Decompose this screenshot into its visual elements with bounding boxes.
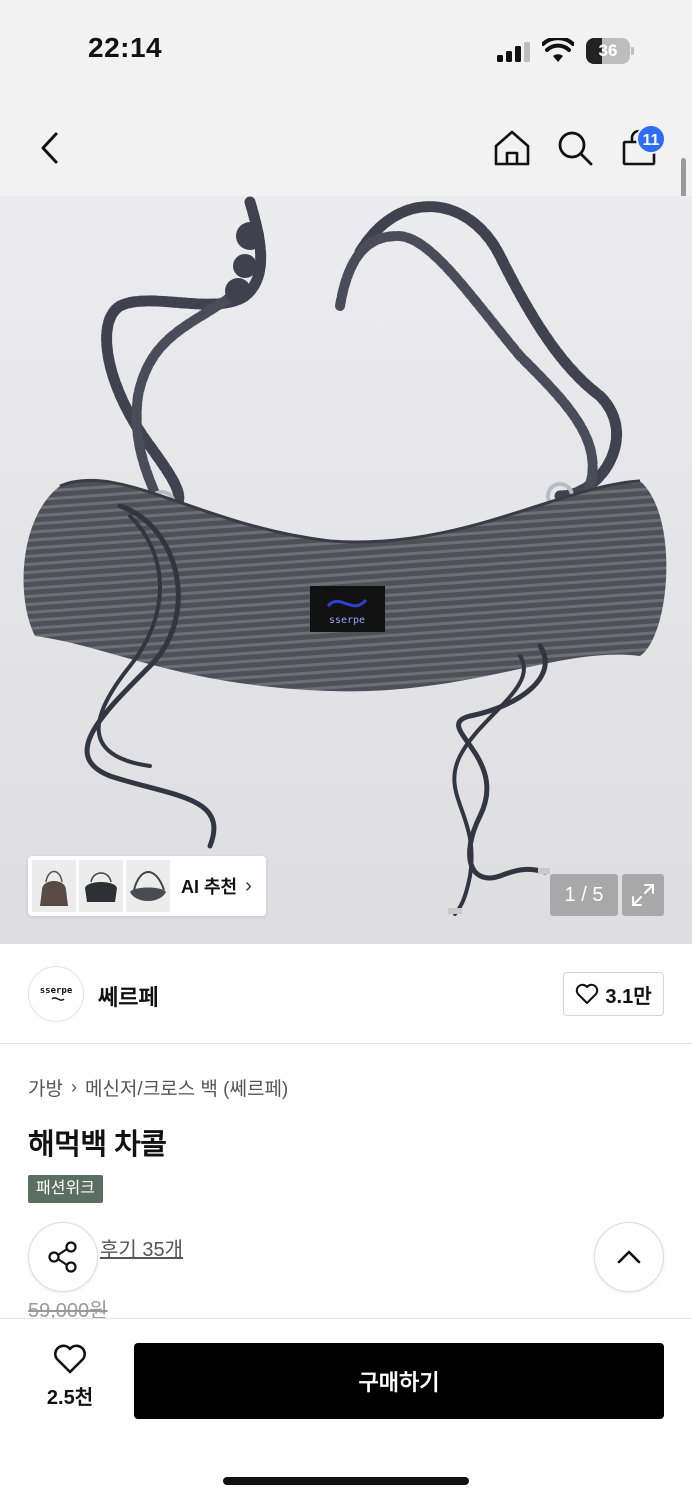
bottom-action-bar: 2.5천 구매하기 bbox=[0, 1318, 692, 1500]
ai-thumb-3 bbox=[126, 860, 170, 912]
product-photo: sserpe bbox=[23, 196, 667, 916]
home-icon bbox=[494, 130, 530, 166]
signal-icon bbox=[497, 42, 530, 62]
brand-like-button[interactable]: 3.1만 bbox=[563, 972, 664, 1016]
scroll-top-button[interactable] bbox=[594, 1222, 664, 1292]
product-title: 해먹백 차콜 bbox=[28, 1129, 167, 1161]
expand-button[interactable] bbox=[622, 874, 664, 916]
breadcrumb: 가방 › 메신저/크로스 백 (쎄르페) bbox=[28, 1074, 288, 1101]
expand-icon bbox=[632, 884, 654, 906]
battery-indicator: 36 bbox=[586, 38, 634, 64]
ai-thumb-2 bbox=[79, 860, 123, 912]
cart-count-badge: 11 bbox=[636, 124, 666, 154]
ai-recommendation-button[interactable]: AI 추천 › bbox=[28, 856, 266, 916]
search-icon bbox=[558, 131, 593, 166]
product-image[interactable]: sserpe bbox=[0, 196, 692, 944]
ai-thumb-1 bbox=[32, 860, 76, 912]
status-time: 22:14 bbox=[88, 32, 163, 63]
back-button[interactable] bbox=[28, 126, 72, 170]
brand-like-count: 3.1만 bbox=[605, 985, 652, 1008]
wishlist-button[interactable]: 2.5천 bbox=[30, 1343, 110, 1419]
search-button[interactable] bbox=[553, 126, 597, 170]
home-button[interactable] bbox=[490, 126, 534, 170]
share-icon bbox=[48, 1241, 77, 1273]
chevron-up-icon bbox=[617, 1250, 641, 1264]
brand-row: sserpe 쎄르페 3.1만 bbox=[0, 944, 692, 1044]
buy-button[interactable]: 구매하기 bbox=[134, 1343, 664, 1419]
event-badge: 패션위크 bbox=[28, 1175, 103, 1203]
wishlist-count: 2.5천 bbox=[46, 1387, 94, 1409]
bag-label-text: sserpe bbox=[329, 615, 365, 626]
breadcrumb-item-messenger[interactable]: 메신저/크로스 백 (쎄르페) bbox=[85, 1074, 288, 1101]
heart-icon bbox=[576, 983, 599, 1004]
wifi-icon bbox=[542, 38, 574, 62]
reviews-link[interactable]: 후기 35개 bbox=[100, 1233, 183, 1262]
ai-recommendation-label: AI 추천 bbox=[181, 877, 238, 897]
brand-logo[interactable]: sserpe bbox=[28, 966, 84, 1022]
share-button[interactable] bbox=[28, 1222, 98, 1292]
brand-name[interactable]: 쎄르페 bbox=[98, 980, 159, 1012]
app-header bbox=[0, 100, 692, 196]
status-bar: 22:14 36 bbox=[0, 0, 692, 100]
battery-level-text: 36 bbox=[598, 41, 618, 60]
chevron-left-icon bbox=[41, 132, 58, 164]
brand-logo-text: sserpe bbox=[40, 986, 73, 996]
chevron-right-icon: › bbox=[245, 874, 252, 897]
heart-icon bbox=[54, 1344, 86, 1374]
home-indicator bbox=[223, 1477, 469, 1485]
chevron-right-icon: › bbox=[70, 1077, 77, 1097]
image-counter: 1 / 5 bbox=[550, 874, 618, 916]
breadcrumb-item-bags[interactable]: 가방 bbox=[28, 1074, 63, 1101]
